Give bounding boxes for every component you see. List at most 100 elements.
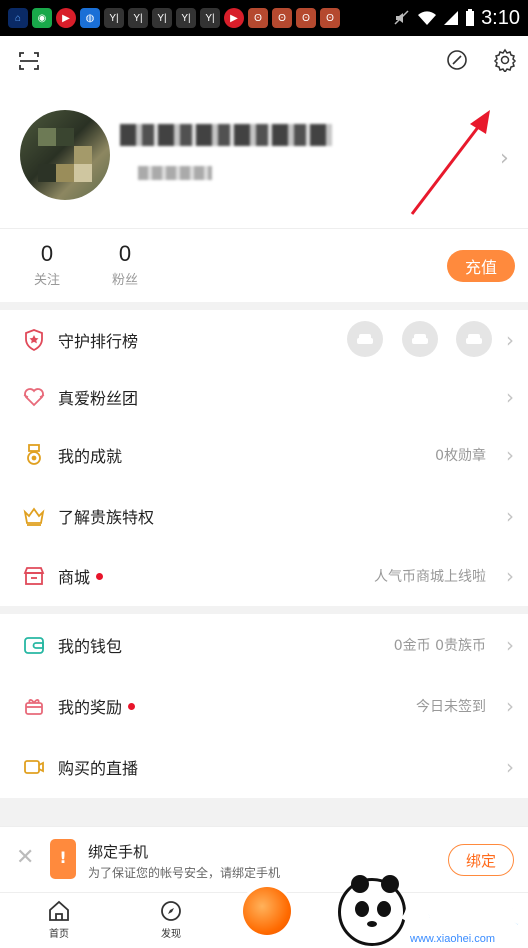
compass-icon — [161, 901, 181, 921]
menu-item-label: 我的成就 — [58, 447, 123, 466]
yy-icon: Y| — [176, 8, 196, 28]
nav-label: 首页 — [49, 929, 69, 940]
fans-stat[interactable]: 0 粉丝 — [112, 241, 138, 288]
menu-item-nobility[interactable]: 了解贵族特权 › — [0, 486, 528, 546]
crown-icon — [22, 504, 46, 528]
following-label: 关注 — [34, 273, 61, 288]
clock: 3:10 — [481, 6, 520, 29]
wifi-icon — [418, 11, 437, 25]
new-badge-dot — [96, 573, 104, 580]
play-icon: ▶ — [224, 8, 244, 28]
menu-item-value: 今日未签到 — [416, 699, 486, 715]
watermark-logo: 小黑游戏 www.xiaohei.com — [338, 875, 528, 948]
play-icon: ▶ — [56, 8, 76, 28]
fans-label: 粉丝 — [112, 273, 139, 288]
video-icon — [22, 755, 46, 779]
menu-item-mall[interactable]: 商城 人气币商城上线啦 › — [0, 546, 528, 606]
banner-description: 为了保证您的帐号安全，请绑定手机 — [88, 866, 281, 880]
phone-icon: ! — [50, 839, 76, 879]
avatar[interactable] — [20, 110, 110, 200]
close-icon[interactable]: ✕ — [16, 845, 34, 870]
menu-item-label: 购买的直播 — [58, 759, 139, 778]
chevron-right-icon: › — [506, 385, 514, 409]
panda-icon — [338, 875, 406, 946]
mall-label-text: 商城 — [58, 568, 91, 587]
rewards-label-text: 我的奖励 — [58, 698, 123, 717]
chevron-right-icon: › — [506, 443, 514, 467]
mute-icon — [394, 10, 409, 25]
menu-item-guard-ranking[interactable]: 守护排行榜 › — [0, 310, 528, 370]
menu-item-label: 我的奖励 — [58, 694, 136, 718]
home-icon — [49, 900, 69, 921]
banner-title: 绑定手机 — [88, 843, 149, 861]
shield-star-icon — [22, 328, 46, 352]
phone-icon-mark: ! — [59, 848, 67, 867]
scan-icon[interactable] — [18, 50, 40, 72]
nav-discover[interactable]: 发现 — [146, 899, 196, 940]
battery-icon — [466, 9, 475, 26]
status-bar: ⌂ ◉ ▶ ◍ Y| Y| Y| Y| Y| ▶ ʘ ʘ ʘ ʘ 3:10 — [0, 0, 528, 36]
menu-group-1: 守护排行榜 › 真爱粉丝团 › 我的成就 0枚勋章 › 了解贵族特权 › 商城 … — [0, 310, 528, 606]
nav-home[interactable]: 首页 — [34, 899, 84, 940]
menu-item-fan-club[interactable]: 真爱粉丝团 › — [0, 370, 528, 424]
heart-icon — [22, 385, 46, 409]
monkey-icon: ʘ — [272, 8, 292, 28]
profile-header[interactable]: › — [0, 36, 528, 228]
sofa-icon — [347, 321, 384, 357]
menu-item-label: 真爱粉丝团 — [58, 389, 139, 408]
bind-button[interactable]: 绑定 — [448, 844, 514, 876]
username-blurred — [120, 124, 332, 146]
user-id-blurred — [138, 166, 212, 180]
menu-item-value: 0金币 0贵族币 — [393, 638, 486, 654]
menu-group-2: 我的钱包 0金币 0贵族币 › 我的奖励 今日未签到 › 购买的直播 › — [0, 614, 528, 798]
recharge-button[interactable]: 充值 — [447, 250, 515, 282]
app-icon: ◍ — [80, 8, 100, 28]
sofa-icon — [401, 321, 438, 357]
wallet-icon — [22, 633, 46, 657]
following-count: 0 — [40, 241, 54, 266]
chevron-right-icon: › — [506, 564, 514, 588]
chevron-right-icon: › — [506, 755, 514, 779]
chevron-right-icon: › — [506, 504, 514, 528]
shop-icon — [22, 564, 46, 588]
guard-slots — [333, 321, 492, 357]
following-stat[interactable]: 0 关注 — [34, 241, 60, 288]
yy-icon: Y| — [152, 8, 172, 28]
fans-count: 0 — [118, 241, 132, 266]
menu-item-rewards[interactable]: 我的奖励 今日未签到 › — [0, 676, 528, 736]
menu-item-label: 守护排行榜 — [58, 332, 139, 351]
menu-item-value: 人气币商城上线啦 — [374, 569, 486, 585]
menu-item-purchased-live[interactable]: 购买的直播 › — [0, 736, 528, 798]
go-live-button[interactable] — [243, 887, 291, 935]
app-icon: ◉ — [32, 8, 52, 28]
watermark-url: www.xiaohei.com — [410, 933, 495, 945]
menu-item-label: 我的钱包 — [58, 637, 123, 656]
chevron-right-icon: › — [506, 694, 514, 718]
menu-item-value: 0枚勋章 — [435, 448, 486, 464]
menu-item-wallet[interactable]: 我的钱包 0金币 0贵族币 › — [0, 614, 528, 676]
chevron-right-icon: › — [506, 633, 514, 657]
signal-icon — [444, 11, 459, 25]
yy-icon: Y| — [128, 8, 148, 28]
monkey-icon: ʘ — [296, 8, 316, 28]
menu-item-label: 了解贵族特权 — [58, 508, 155, 527]
new-badge-dot — [128, 703, 136, 710]
chevron-right-icon: › — [506, 328, 514, 352]
yy-icon: Y| — [104, 8, 124, 28]
menu-item-label: 商城 — [58, 564, 104, 588]
lock-icon: ⌂ — [8, 8, 28, 28]
chevron-right-icon: › — [500, 146, 509, 171]
monkey-icon: ʘ — [248, 8, 268, 28]
gear-icon[interactable] — [493, 48, 517, 72]
nav-label: 发现 — [161, 929, 181, 940]
menu-item-achievements[interactable]: 我的成就 0枚勋章 › — [0, 424, 528, 486]
medal-icon — [22, 443, 46, 467]
edit-icon[interactable] — [446, 49, 468, 71]
status-right: 3:10 — [393, 7, 520, 30]
notification-icons: ⌂ ◉ ▶ ◍ Y| Y| Y| Y| Y| ▶ ʘ ʘ ʘ ʘ — [8, 8, 340, 28]
red-arrow-annotation — [410, 110, 490, 215]
yy-icon: Y| — [200, 8, 220, 28]
monkey-icon: ʘ — [320, 8, 340, 28]
stats-row: 0 关注 0 粉丝 充值 — [0, 228, 528, 302]
watermark-text: 小黑游戏 — [401, 895, 523, 932]
